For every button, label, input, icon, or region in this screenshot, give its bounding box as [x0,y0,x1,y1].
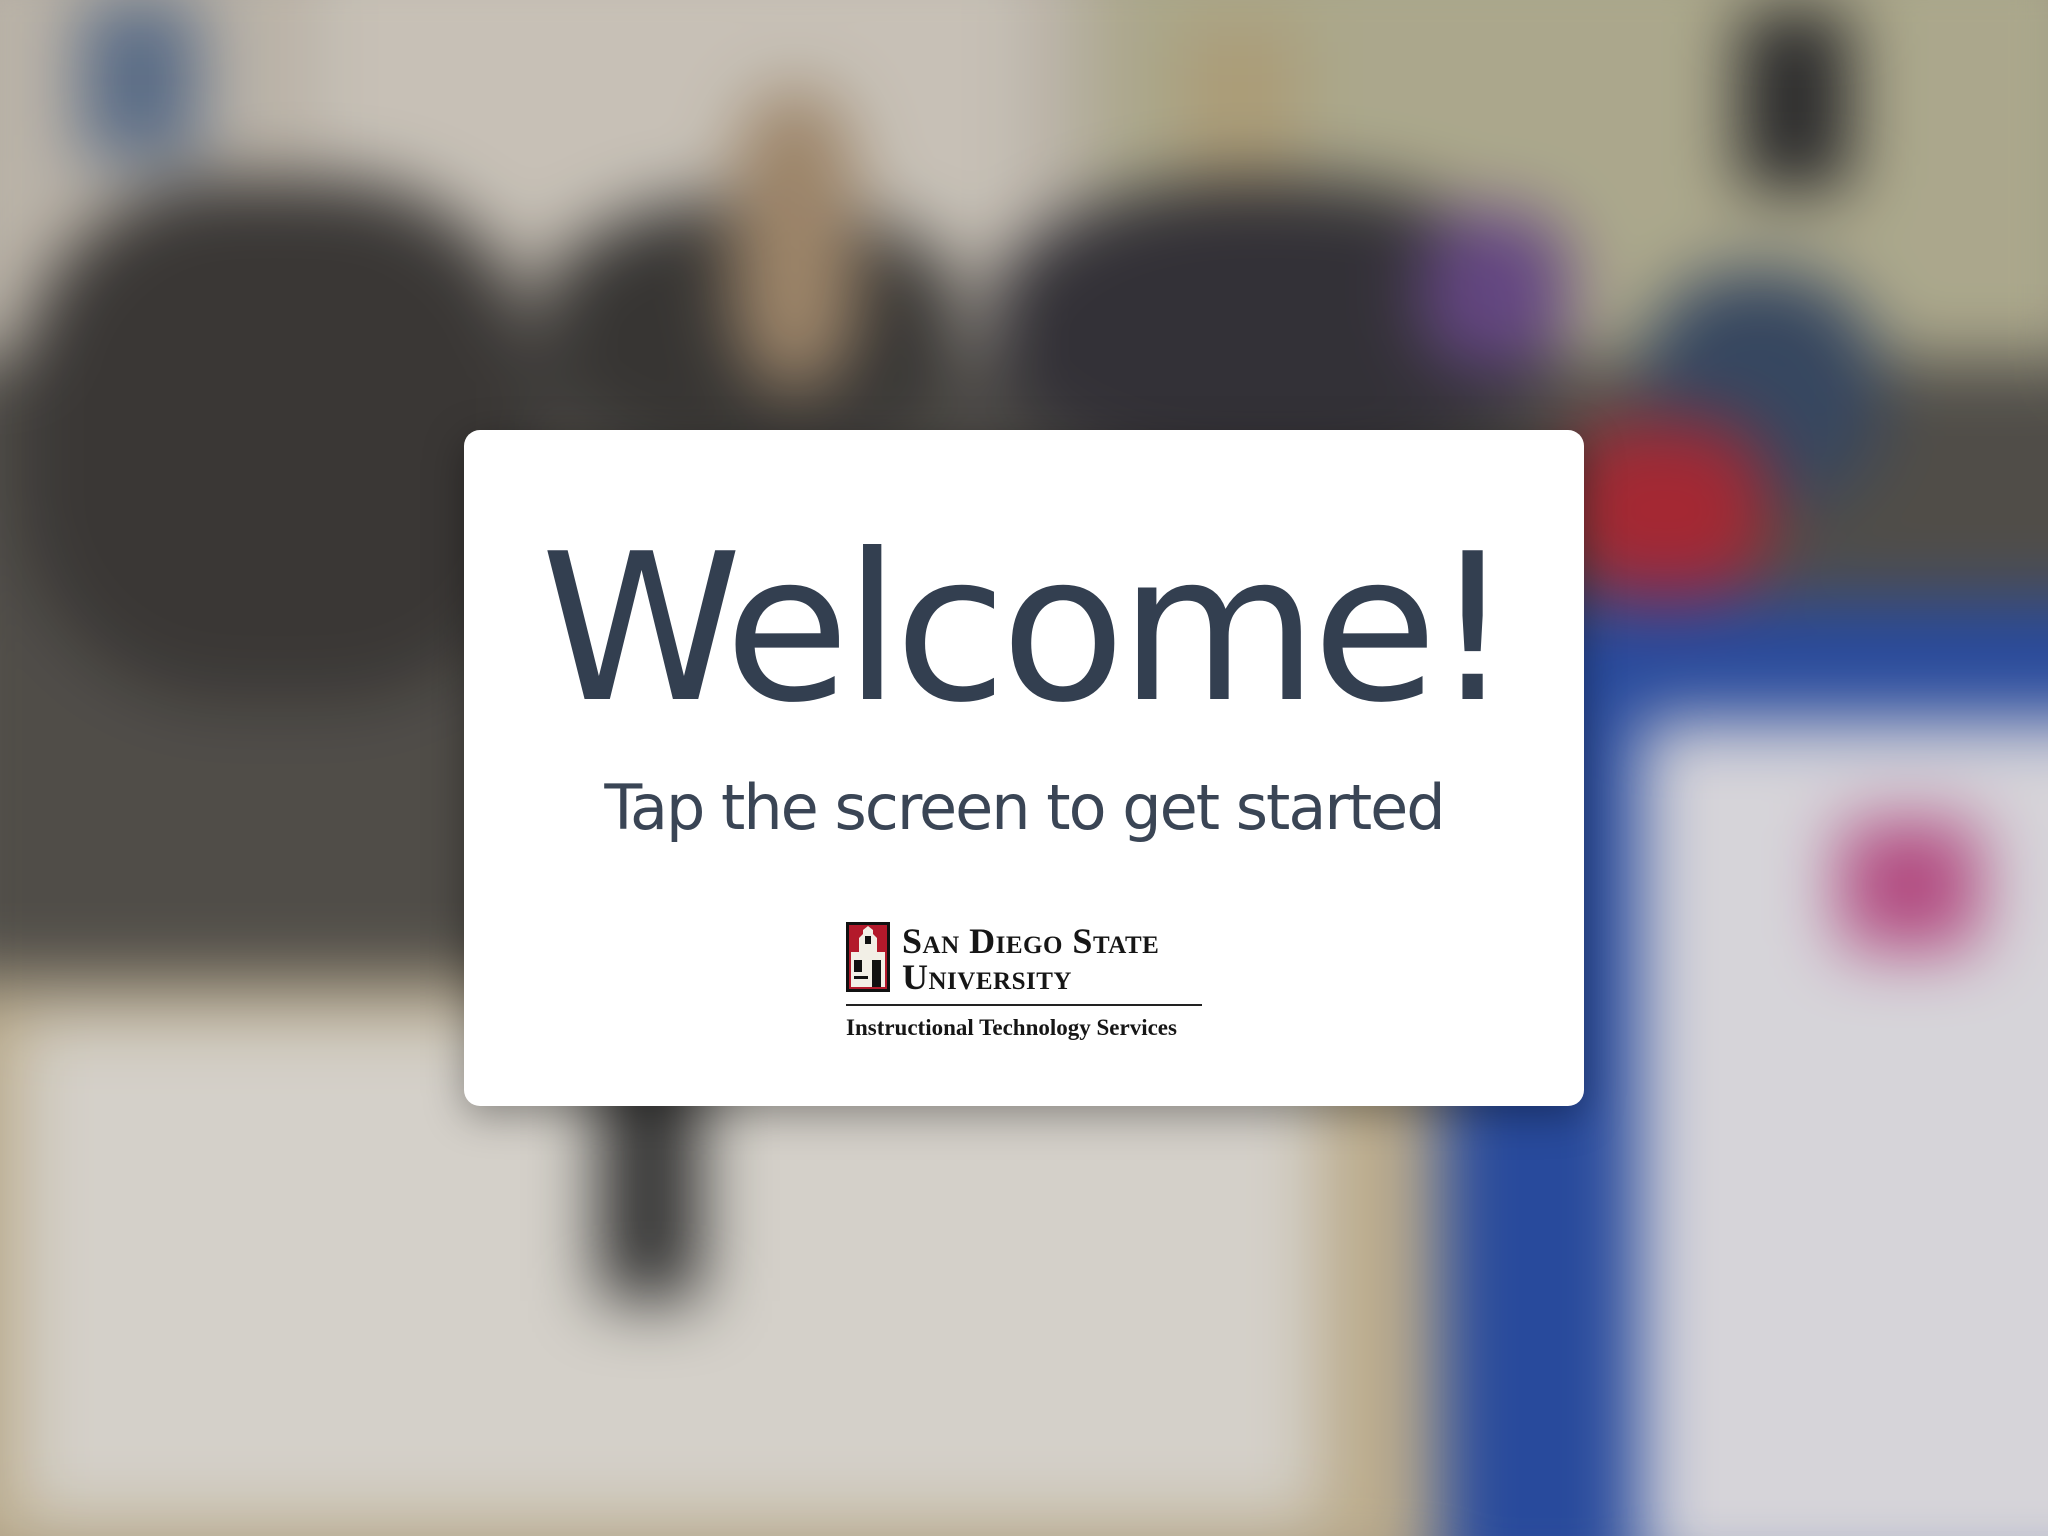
welcome-card[interactable]: Welcome! Tap the screen to get started S… [464,430,1584,1106]
welcome-title: Welcome! [540,511,1514,748]
touch-screen[interactable]: Welcome! Tap the screen to get started S… [0,0,2048,1536]
logo-divider [846,1004,1202,1006]
tap-to-start-prompt: Tap the screen to get started [604,771,1445,844]
university-name-line2: University [902,957,1072,997]
sdsu-tower-seal-icon [846,922,890,992]
department-name: Instructional Technology Services [846,1015,1177,1040]
sdsu-its-logo: San Diego State University Instructional… [846,922,1206,1052]
university-name-line1: San Diego State [902,921,1160,961]
